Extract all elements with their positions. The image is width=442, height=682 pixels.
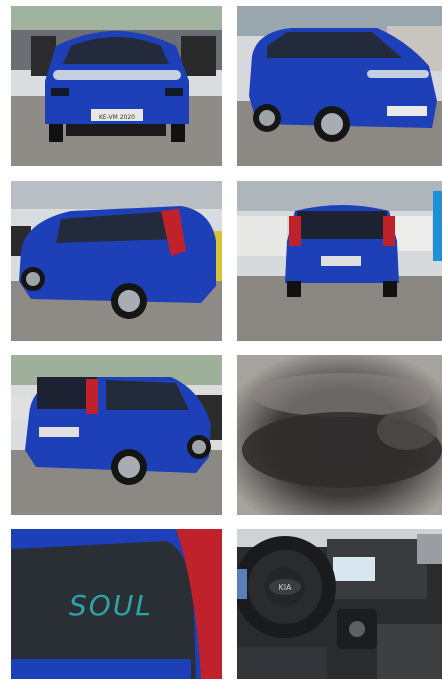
car-rear-quarter-image [11,181,222,341]
car-front-image: KE-VM 2020 [11,6,222,166]
steering-wheel-logo: KIA [278,583,292,592]
photo-gallery: KE-VM 2020 SOUL KIA [0,0,442,682]
gallery-photo-4-rear[interactable] [237,181,442,341]
car-rear-image [237,181,442,341]
gallery-photo-2-front-three-quarter[interactable] [237,6,442,166]
soul-badge-image: SOUL [11,529,222,679]
car-front-quarter-image [237,6,442,166]
gallery-photo-6-blurred[interactable] [237,355,442,515]
soul-badge-text: SOUL [69,589,153,622]
car-rear-quarter-alt-image [11,355,222,515]
gallery-photo-8-interior[interactable]: KIA [237,529,442,679]
blurred-photo-image [237,355,442,515]
gallery-photo-7-soul-badge[interactable]: SOUL [11,529,222,679]
gallery-photo-3-rear-three-quarter[interactable] [11,181,222,341]
gallery-photo-5-rear-three-quarter-alt[interactable] [11,355,222,515]
gallery-photo-1-front[interactable]: KE-VM 2020 [11,6,222,166]
plate-text: KE-VM 2020 [99,114,135,121]
interior-dashboard-image: KIA [237,529,442,679]
